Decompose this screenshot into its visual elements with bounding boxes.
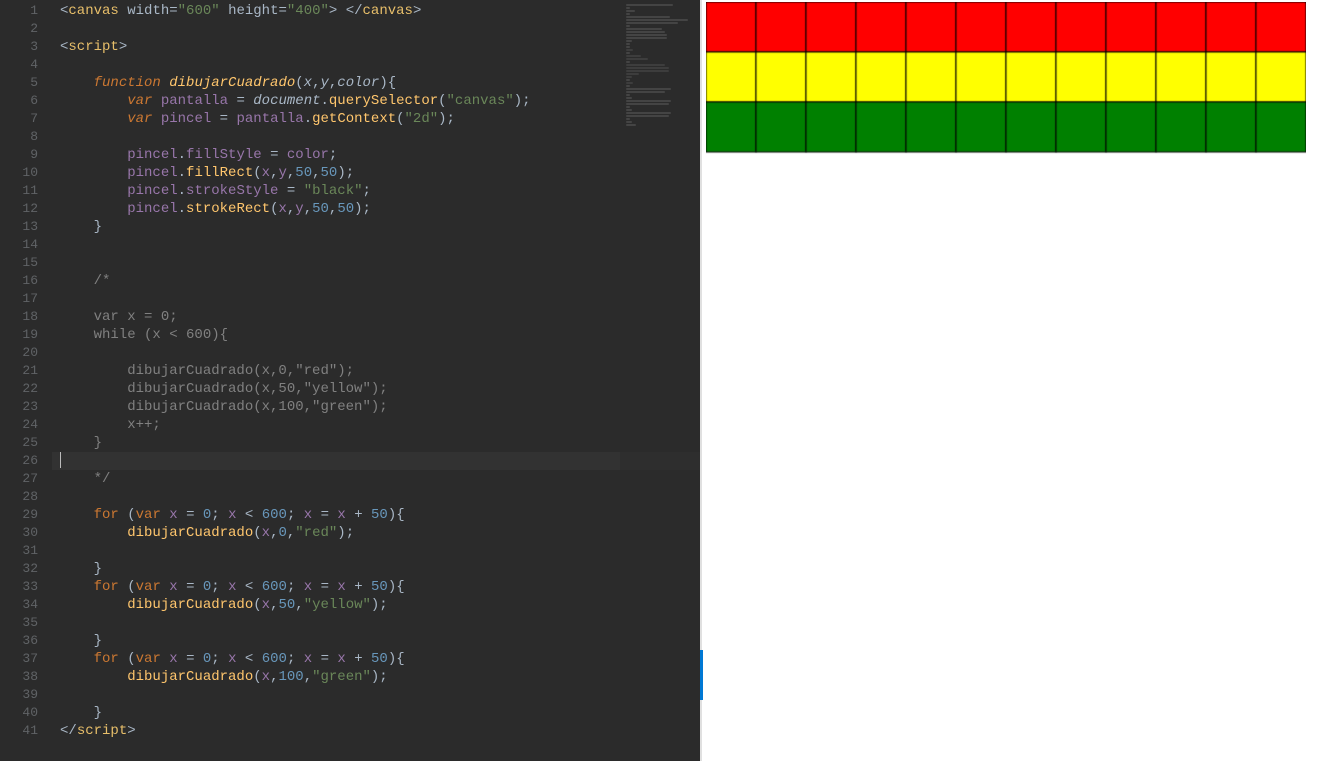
code-area[interactable]: <canvas width="600" height="400"> </canv…	[52, 0, 700, 761]
code-line[interactable]	[52, 290, 700, 308]
code-line[interactable]	[52, 128, 700, 146]
code-line[interactable]	[52, 686, 700, 704]
line-number: 36	[0, 632, 38, 650]
code-line[interactable]: dibujarCuadrado(x,100,"green");	[52, 668, 700, 686]
line-number: 14	[0, 236, 38, 254]
code-line[interactable]: <canvas width="600" height="400"> </canv…	[52, 2, 700, 20]
line-number: 4	[0, 56, 38, 74]
code-line[interactable]: var pantalla = document.querySelector("c…	[52, 92, 700, 110]
code-line[interactable]: }	[52, 632, 700, 650]
line-number: 13	[0, 218, 38, 236]
line-number: 34	[0, 596, 38, 614]
line-number: 7	[0, 110, 38, 128]
line-number: 33	[0, 578, 38, 596]
code-editor-pane[interactable]: 1234567891011121314151617181920212223242…	[0, 0, 700, 761]
code-line[interactable]	[52, 542, 700, 560]
line-number: 30	[0, 524, 38, 542]
code-line[interactable]	[52, 344, 700, 362]
line-number: 27	[0, 470, 38, 488]
line-number: 16	[0, 272, 38, 290]
code-line[interactable]: pincel.strokeRect(x,y,50,50);	[52, 200, 700, 218]
minimap[interactable]	[620, 0, 700, 761]
code-line[interactable]: */	[52, 470, 700, 488]
line-number: 18	[0, 308, 38, 326]
code-line[interactable]: </script>	[52, 722, 700, 740]
code-line[interactable]: function dibujarCuadrado(x,y,color){	[52, 74, 700, 92]
line-number: 12	[0, 200, 38, 218]
code-line[interactable]	[52, 614, 700, 632]
code-line[interactable]: var x = 0;	[52, 308, 700, 326]
line-number: 29	[0, 506, 38, 524]
line-number: 1	[0, 2, 38, 20]
line-number: 41	[0, 722, 38, 740]
code-line[interactable]: dibujarCuadrado(x,0,"red");	[52, 362, 700, 380]
code-line[interactable]: <script>	[52, 38, 700, 56]
code-line[interactable]	[52, 56, 700, 74]
code-line[interactable]: /*	[52, 272, 700, 290]
code-line[interactable]: pincel.fillStyle = color;	[52, 146, 700, 164]
line-number: 5	[0, 74, 38, 92]
line-number: 3	[0, 38, 38, 56]
code-line[interactable]	[52, 488, 700, 506]
code-line[interactable]: while (x < 600){	[52, 326, 700, 344]
code-line[interactable]: }	[52, 704, 700, 722]
line-number: 38	[0, 668, 38, 686]
line-number: 8	[0, 128, 38, 146]
line-number: 20	[0, 344, 38, 362]
line-number-gutter: 1234567891011121314151617181920212223242…	[0, 0, 52, 761]
line-number: 11	[0, 182, 38, 200]
code-line[interactable]: for (var x = 0; x < 600; x = x + 50){	[52, 578, 700, 596]
code-line[interactable]: dibujarCuadrado(x,50,"yellow");	[52, 596, 700, 614]
code-line[interactable]	[52, 236, 700, 254]
pane-divider-accent	[700, 650, 703, 700]
line-number: 35	[0, 614, 38, 632]
line-number: 22	[0, 380, 38, 398]
pane-divider[interactable]	[700, 0, 702, 761]
line-number: 23	[0, 398, 38, 416]
line-number: 21	[0, 362, 38, 380]
code-line[interactable]: dibujarCuadrado(x,0,"red");	[52, 524, 700, 542]
line-number: 26	[0, 452, 38, 470]
code-line[interactable]	[52, 254, 700, 272]
line-number: 2	[0, 20, 38, 38]
code-line[interactable]: var pincel = pantalla.getContext("2d");	[52, 110, 700, 128]
line-number: 37	[0, 650, 38, 668]
line-number: 15	[0, 254, 38, 272]
output-canvas	[706, 2, 1306, 402]
line-number: 39	[0, 686, 38, 704]
code-line[interactable]	[52, 20, 700, 38]
line-number: 25	[0, 434, 38, 452]
line-number: 17	[0, 290, 38, 308]
code-line[interactable]: }	[52, 434, 700, 452]
code-line[interactable]: dibujarCuadrado(x,100,"green");	[52, 398, 700, 416]
line-number: 31	[0, 542, 38, 560]
line-number: 28	[0, 488, 38, 506]
line-number: 6	[0, 92, 38, 110]
code-line[interactable]: }	[52, 218, 700, 236]
line-number: 10	[0, 164, 38, 182]
code-line[interactable]	[52, 452, 700, 470]
line-number: 9	[0, 146, 38, 164]
line-number: 40	[0, 704, 38, 722]
code-line[interactable]: pincel.strokeStyle = "black";	[52, 182, 700, 200]
code-line[interactable]: pincel.fillRect(x,y,50,50);	[52, 164, 700, 182]
code-line[interactable]: x++;	[52, 416, 700, 434]
line-number: 19	[0, 326, 38, 344]
code-line[interactable]: dibujarCuadrado(x,50,"yellow");	[52, 380, 700, 398]
line-number: 32	[0, 560, 38, 578]
preview-pane	[700, 0, 1323, 761]
code-line[interactable]: for (var x = 0; x < 600; x = x + 50){	[52, 506, 700, 524]
code-line[interactable]: }	[52, 560, 700, 578]
line-number: 24	[0, 416, 38, 434]
code-line[interactable]: for (var x = 0; x < 600; x = x + 50){	[52, 650, 700, 668]
